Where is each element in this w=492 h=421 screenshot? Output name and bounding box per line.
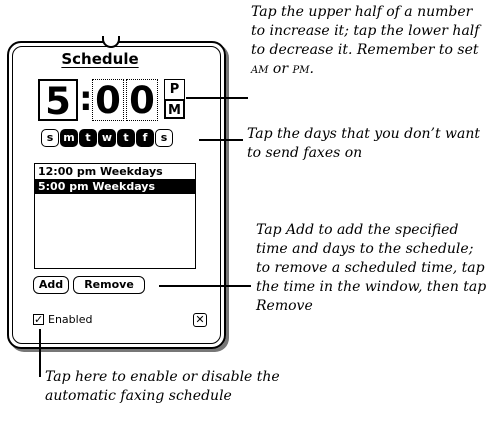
day-toggle[interactable]: f [136, 129, 154, 147]
day-toggle[interactable]: m [60, 129, 78, 147]
schedule-list-item[interactable]: 5:00 pm Weekdays [35, 179, 195, 194]
schedule-list[interactable]: 12:00 pm Weekdays 5:00 pm Weekdays [34, 163, 196, 269]
callout-time-post: . [309, 61, 314, 77]
callout-line-add-remove [159, 285, 251, 287]
callout-time-mid: or [268, 61, 293, 77]
am-pm-letter-m[interactable]: M [164, 99, 185, 119]
close-box-icon[interactable]: ✕ [193, 313, 207, 327]
checkmark-icon: ✓ [34, 313, 44, 326]
callout-time: Tap the upper half of a number to increa… [251, 3, 489, 80]
callout-add-remove: Tap Add to add the specified time and da… [256, 222, 487, 314]
hour-digit[interactable]: 5 [38, 79, 78, 123]
day-toggle[interactable]: s [41, 129, 59, 147]
day-toggle[interactable]: t [117, 129, 135, 147]
callout-days: Tap the days that you don’t want to send… [247, 126, 481, 161]
minute-tens-digit[interactable]: 0 [92, 79, 124, 122]
day-toggle[interactable]: w [98, 129, 116, 147]
minute-ones-digit[interactable]: 0 [126, 79, 158, 122]
callout-time-pm: PM [292, 65, 310, 76]
panel-title: Schedule [61, 50, 139, 68]
day-toggle[interactable]: s [155, 129, 173, 147]
callout-time-am: AM [251, 65, 269, 76]
callout-line-time [186, 97, 248, 99]
enabled-checkbox[interactable]: ✓ [33, 314, 44, 325]
callout-line-enabled [39, 329, 41, 377]
callout-enabled: Tap here to enable or disable the automa… [45, 369, 280, 404]
day-toggle[interactable]: t [79, 129, 97, 147]
time-colon: : [79, 79, 93, 119]
remove-button[interactable]: Remove [73, 276, 145, 294]
enabled-label: Enabled [48, 313, 93, 326]
callout-time-pre: Tap the upper half of a number to increa… [251, 4, 480, 58]
am-pm-letter-p[interactable]: P [164, 79, 185, 99]
callout-line-days [199, 139, 243, 141]
add-button[interactable]: Add [33, 276, 69, 294]
am-pm-toggle[interactable]: P M [164, 79, 185, 121]
days-selector: smtwtfs [41, 129, 173, 149]
schedule-list-item[interactable]: 12:00 pm Weekdays [35, 164, 195, 179]
